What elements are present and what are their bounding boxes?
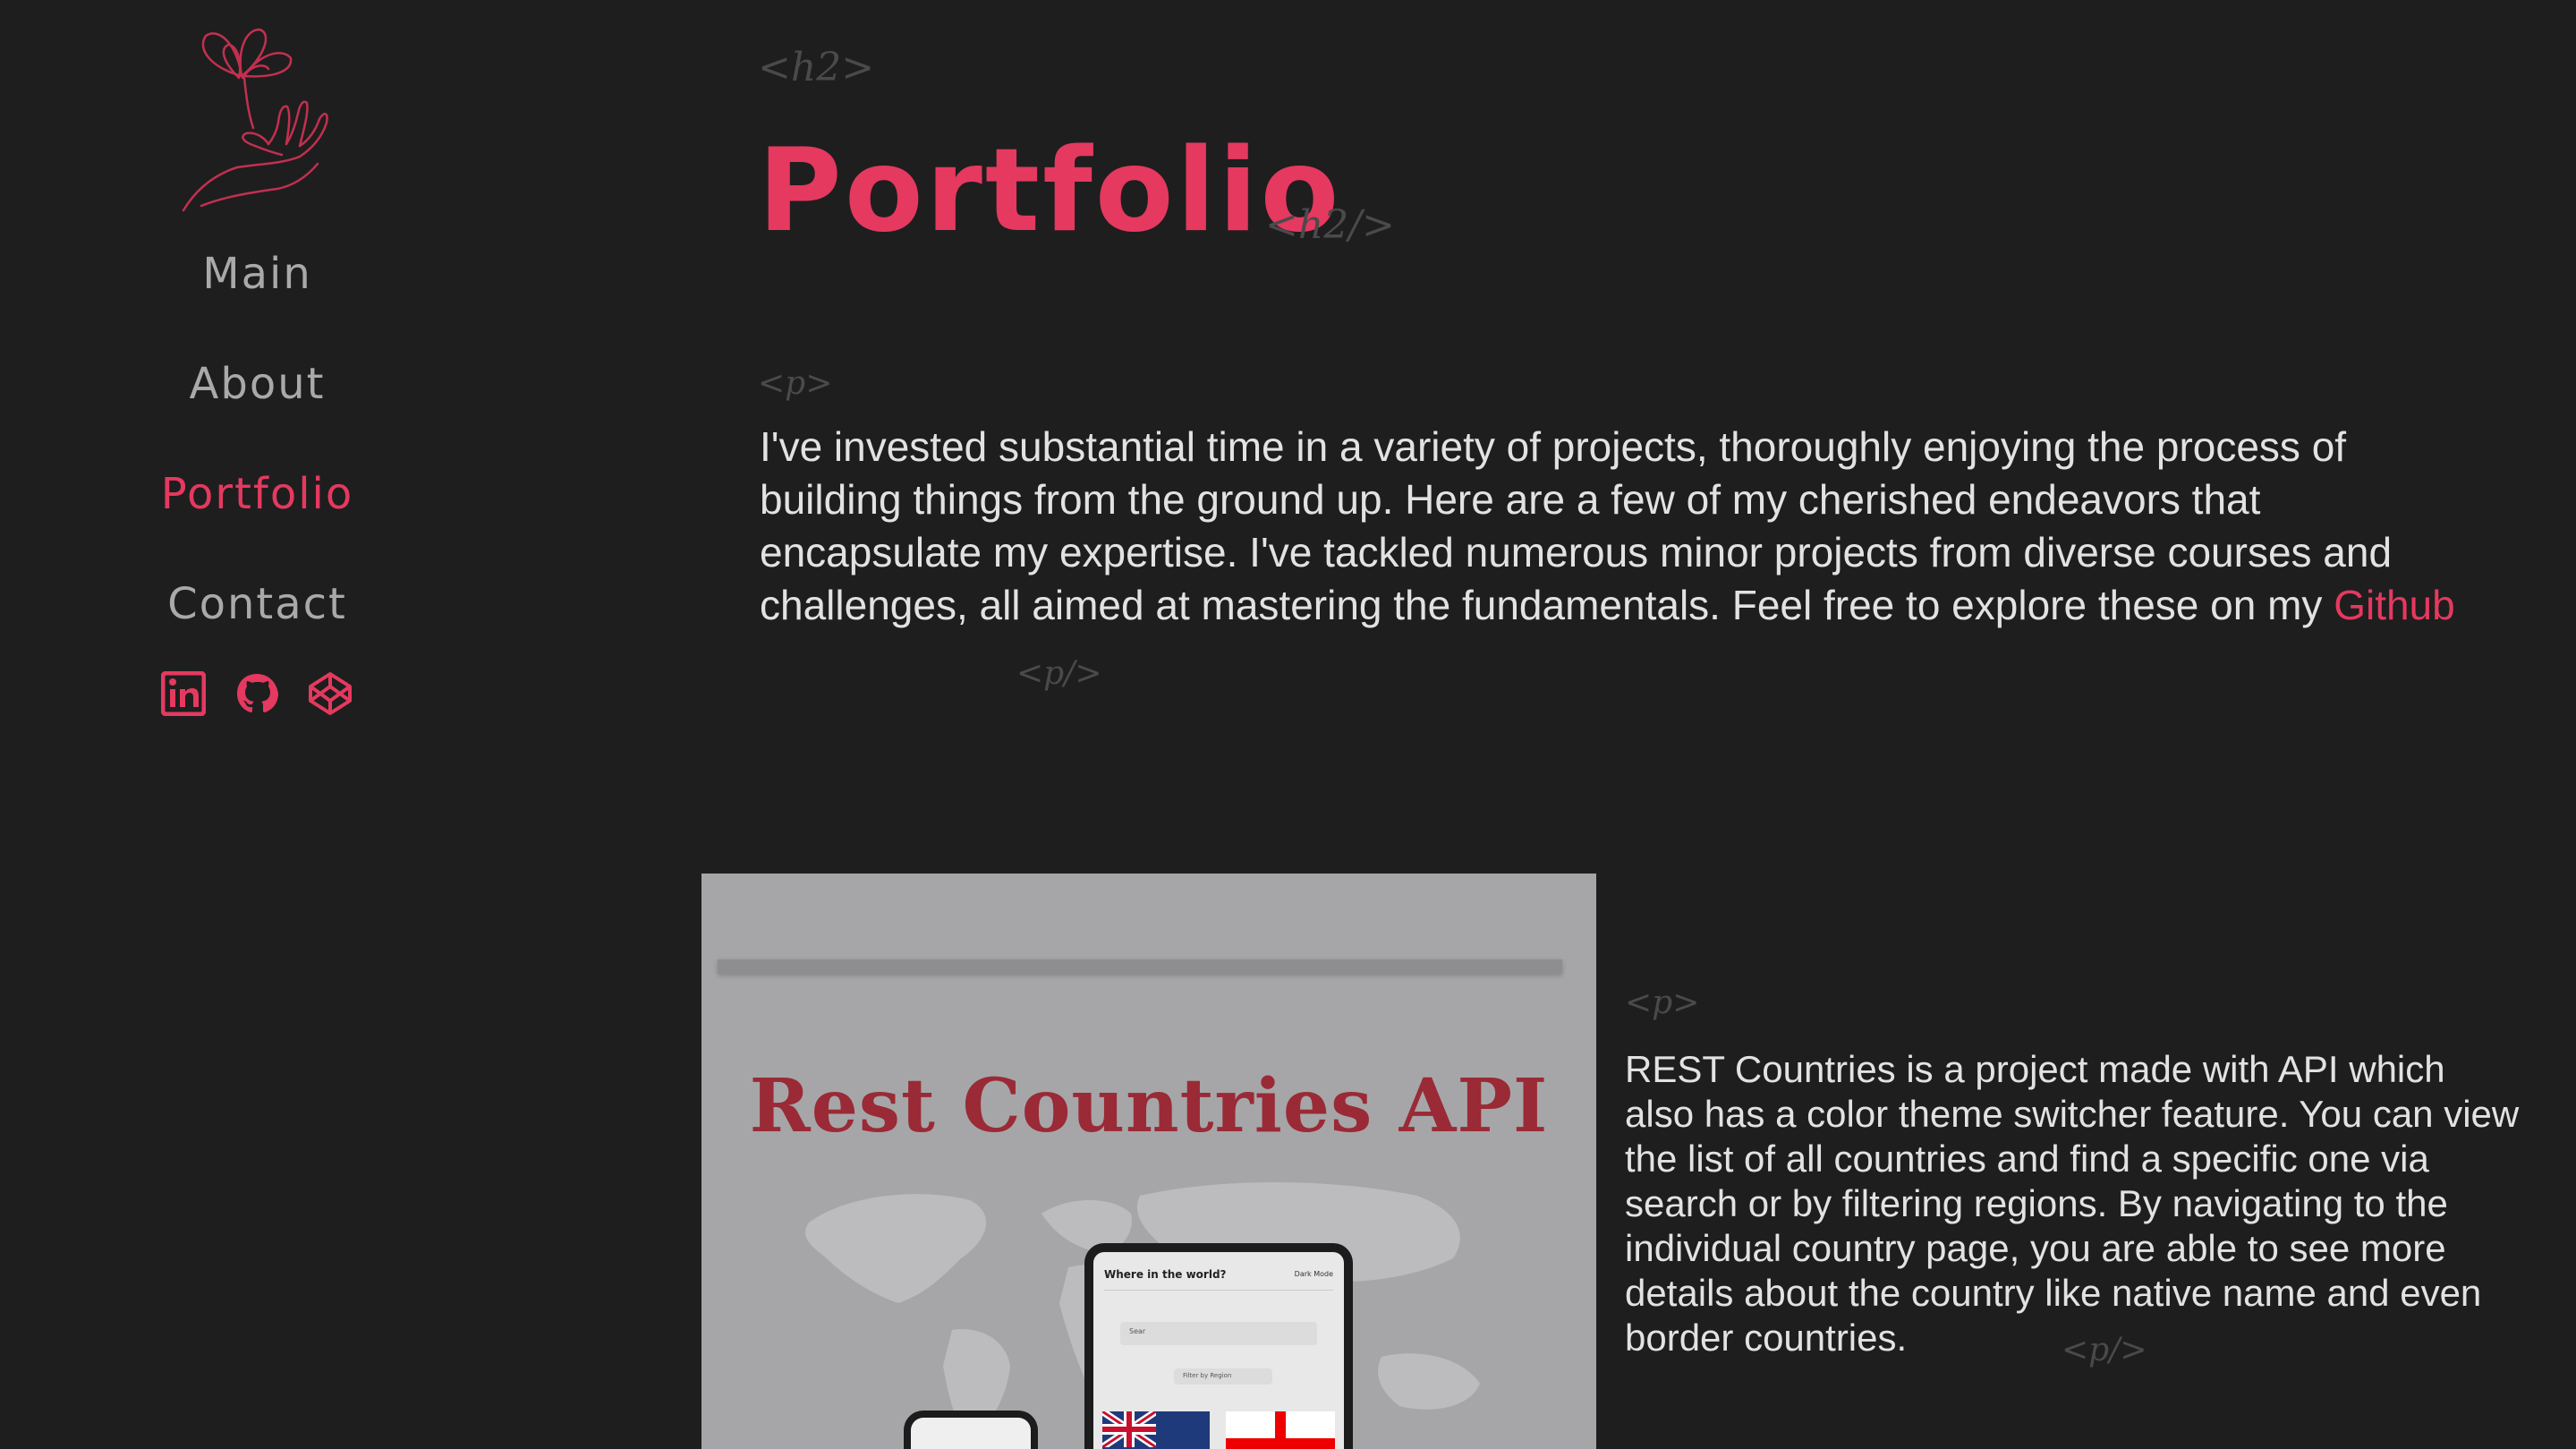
page-title: Portfolio bbox=[758, 124, 1342, 258]
flag-image bbox=[1226, 1411, 1335, 1449]
project-image-title: Rest Countries API bbox=[749, 1063, 1549, 1149]
tablet-mockup: Where in the world? Dark Mode Sear Filte… bbox=[1084, 1243, 1353, 1449]
flower-hand-logo-icon[interactable] bbox=[174, 22, 344, 219]
project-description: REST Countries is a project made with AP… bbox=[1625, 1048, 2520, 1359]
image-top-bar bbox=[718, 959, 1562, 974]
nav-item-contact[interactable]: Contact bbox=[0, 579, 514, 629]
codepen-icon[interactable] bbox=[308, 671, 353, 716]
project-p-close-tag: <p/> bbox=[2062, 1332, 2147, 1368]
github-icon[interactable] bbox=[234, 671, 279, 716]
flag-image bbox=[1100, 1408, 1210, 1449]
mock-filter: Filter by Region bbox=[1183, 1372, 1232, 1379]
mock-dark-mode: Dark Mode bbox=[1294, 1270, 1333, 1278]
mock-search: Sear bbox=[1129, 1327, 1146, 1335]
project-p-open-tag: <p> bbox=[1625, 984, 1700, 1021]
nav-item-main[interactable]: Main bbox=[0, 249, 514, 299]
page: Main About Portfolio Contact <h2> Portfo… bbox=[0, 0, 2576, 1449]
nav-item-portfolio[interactable]: Portfolio bbox=[0, 469, 514, 519]
intro-paragraph: I've invested substantial time in a vari… bbox=[760, 421, 2460, 632]
mock-app-title: Where in the world? bbox=[1104, 1268, 1227, 1281]
project-image-rest-countries[interactable]: Rest Countries API Where in the world? D… bbox=[701, 874, 1596, 1449]
github-link[interactable]: Github bbox=[2334, 582, 2455, 628]
linkedin-icon[interactable] bbox=[161, 671, 206, 716]
social-links bbox=[161, 671, 353, 716]
p-open-tag: <p> bbox=[758, 365, 833, 402]
h2-close-tag: <h2/> bbox=[1265, 202, 1395, 248]
nav-item-about[interactable]: About bbox=[0, 359, 514, 409]
h2-open-tag: <h2> bbox=[758, 45, 875, 90]
intro-text: I've invested substantial time in a vari… bbox=[760, 423, 2393, 628]
p-close-tag: <p/> bbox=[1016, 655, 1102, 692]
phone-mockup bbox=[904, 1411, 1038, 1449]
sidebar: Main About Portfolio Contact bbox=[0, 0, 514, 1449]
